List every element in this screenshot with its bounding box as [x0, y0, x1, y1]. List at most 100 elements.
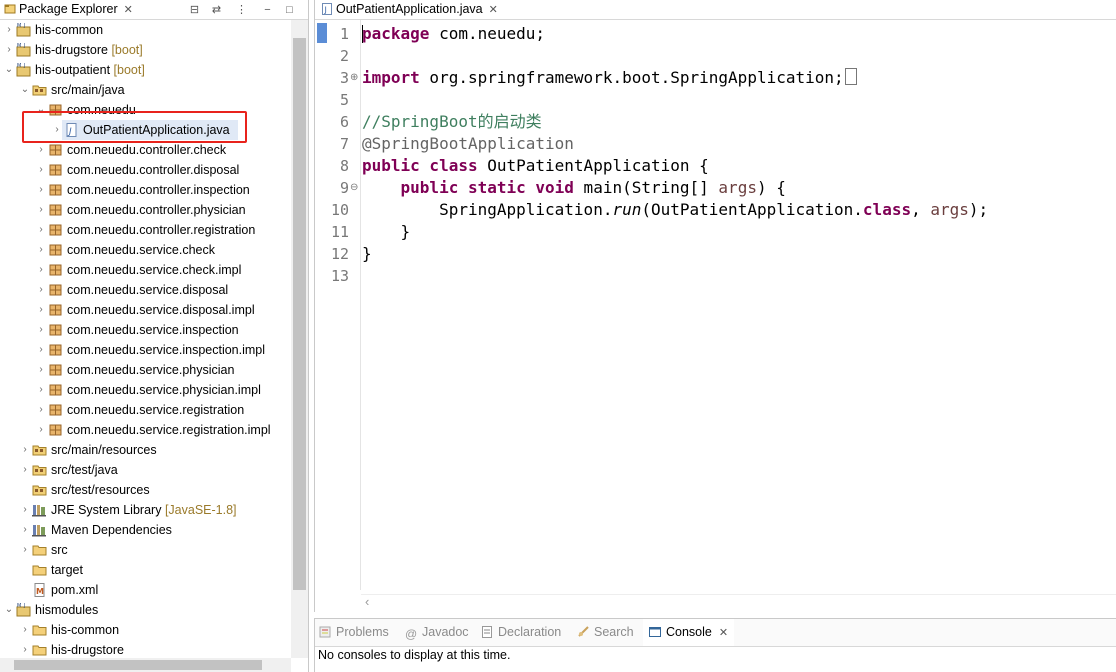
- package-icon: [48, 263, 63, 277]
- search-icon: [578, 626, 589, 637]
- chevron-right-icon[interactable]: ›: [36, 220, 46, 240]
- tree-item-label: com.neuedu.service.registration.impl: [67, 423, 271, 437]
- tree-item-label: com.neuedu.service.check: [67, 243, 215, 257]
- chevron-right-icon[interactable]: ›: [20, 520, 30, 540]
- close-icon[interactable]: ✕: [489, 1, 498, 20]
- code-line-7: @SpringBootApplication: [362, 134, 574, 153]
- chevron-right-icon[interactable]: ›: [36, 180, 46, 200]
- chevron-right-icon[interactable]: ›: [36, 160, 46, 180]
- package-icon: [48, 323, 63, 337]
- explorer-horizontal-scrollbar[interactable]: [0, 658, 291, 672]
- folded-imports-box[interactable]: [844, 68, 857, 85]
- chevron-right-icon[interactable]: ›: [20, 500, 30, 520]
- svg-text:J: J: [23, 23, 25, 29]
- chevron-right-icon[interactable]: ›: [20, 640, 30, 660]
- package-explorer-tab[interactable]: Package Explorer ✕: [4, 0, 133, 19]
- editor-tab-outpatientapplication[interactable]: J OutPatientApplication.java ✕: [321, 0, 498, 19]
- chevron-right-icon[interactable]: ›: [36, 240, 46, 260]
- expand-fold-icon[interactable]: ⊕: [350, 67, 360, 89]
- tree-item-label: com.neuedu.service.physician: [67, 363, 235, 377]
- package-icon: [48, 143, 63, 157]
- chevron-right-icon[interactable]: ›: [36, 420, 46, 440]
- svg-text:J: J: [23, 603, 25, 609]
- svg-text:M: M: [17, 603, 21, 609]
- svg-text:M: M: [17, 63, 21, 69]
- chevron-down-icon[interactable]: ⌄: [4, 600, 14, 620]
- editor-tabbar: J OutPatientApplication.java ✕: [315, 0, 1116, 20]
- tab-problems[interactable]: Problems: [319, 619, 389, 646]
- maven-project-icon: MJ: [16, 63, 31, 77]
- view-menu-icon[interactable]: ⋮: [234, 2, 249, 17]
- scroll-left-arrow-icon[interactable]: ‹: [365, 594, 369, 609]
- code-line-8: public class OutPatientApplication {: [362, 156, 709, 175]
- minimize-icon[interactable]: −: [260, 2, 275, 17]
- maximize-icon[interactable]: □: [282, 2, 297, 17]
- line-number-ruler: 1 2 3 ⊕ 5 6 7 8 9 ⊖ 10 11 12 13: [315, 20, 361, 590]
- close-icon[interactable]: ✕: [124, 1, 133, 20]
- link-with-editor-icon[interactable]: ⇄: [209, 2, 224, 17]
- text-cursor: [362, 25, 363, 43]
- chevron-down-icon[interactable]: ⌄: [4, 60, 14, 80]
- chevron-right-icon[interactable]: ›: [4, 40, 14, 60]
- tree-item-label: com.neuedu.controller.registration: [67, 223, 256, 237]
- scrollbar-thumb[interactable]: [293, 38, 306, 590]
- console-message: No consoles to display at this time.: [318, 648, 511, 662]
- tree-item-label: com.neuedu.service.inspection: [67, 323, 239, 337]
- line-number: 13: [330, 267, 349, 285]
- chevron-right-icon[interactable]: ›: [36, 400, 46, 420]
- tab-search[interactable]: Search: [577, 619, 634, 646]
- java-editor[interactable]: J OutPatientApplication.java ✕ 1 2 3 ⊕ 5 6 7 8 9 ⊖ 1…: [314, 0, 1116, 612]
- editor-horizontal-scrollbar[interactable]: ‹: [361, 594, 1116, 611]
- chevron-right-icon[interactable]: ›: [36, 340, 46, 360]
- chevron-right-icon[interactable]: ›: [36, 380, 46, 400]
- package-icon: [48, 363, 63, 377]
- chevron-right-icon[interactable]: ›: [36, 200, 46, 220]
- chevron-right-icon[interactable]: ›: [20, 620, 30, 640]
- chevron-right-icon[interactable]: ›: [36, 280, 46, 300]
- svg-text:M: M: [36, 587, 44, 596]
- chevron-down-icon[interactable]: ⌄: [20, 80, 30, 100]
- folder-icon: [32, 563, 47, 577]
- tree-item-label: src/main/java: [51, 83, 125, 97]
- code-line-9: public static void main(String[] args) {: [362, 178, 786, 197]
- chevron-right-icon[interactable]: ›: [36, 360, 46, 380]
- tab-console[interactable]: Console ✕: [643, 619, 735, 647]
- package-explorer-tabbar: Package Explorer ✕ ⊟ ⇄ ⋮ − □: [0, 0, 308, 20]
- editor-tab-label: OutPatientApplication.java: [336, 2, 483, 16]
- tree-item-label: com.neuedu.service.inspection.impl: [67, 343, 266, 357]
- chevron-right-icon[interactable]: ›: [36, 300, 46, 320]
- chevron-right-icon[interactable]: ›: [4, 20, 14, 40]
- chevron-right-icon[interactable]: ›: [36, 320, 46, 340]
- chevron-right-icon[interactable]: ›: [20, 440, 30, 460]
- explorer-vertical-scrollbar[interactable]: [291, 20, 308, 658]
- library-icon: [32, 523, 47, 537]
- close-icon[interactable]: ✕: [719, 620, 728, 647]
- package-explorer-icon: [4, 4, 16, 14]
- code-line-6: //SpringBoot的启动类: [362, 112, 542, 131]
- line-number: 7: [339, 135, 349, 153]
- maven-project-icon: MJ: [16, 43, 31, 57]
- chevron-right-icon[interactable]: ›: [36, 260, 46, 280]
- code-line-12: }: [362, 244, 372, 263]
- package-icon: [48, 403, 63, 417]
- collapse-fold-icon[interactable]: ⊖: [350, 177, 360, 199]
- tab-declaration[interactable]: Declaration: [481, 619, 561, 646]
- line-number: 6: [339, 113, 349, 131]
- javadoc-icon: @: [405, 627, 418, 641]
- scrollbar-thumb[interactable]: [14, 660, 262, 670]
- chevron-right-icon[interactable]: ›: [20, 540, 30, 560]
- tree-item-label: com.neuedu.controller.disposal: [67, 163, 240, 177]
- collapse-all-icon[interactable]: ⊟: [187, 2, 202, 17]
- line-number: 8: [339, 157, 349, 175]
- chevron-right-icon[interactable]: ›: [36, 140, 46, 160]
- line-number: 1: [339, 25, 349, 43]
- package-icon: [48, 343, 63, 357]
- source-folder-icon: [32, 483, 47, 497]
- tree-item-decoration: [JavaSE-1.8]: [164, 503, 237, 517]
- xml-file-icon: M: [32, 583, 47, 597]
- code-line-11: }: [362, 222, 411, 241]
- chevron-right-icon[interactable]: ›: [20, 460, 30, 480]
- tab-javadoc[interactable]: @ Javadoc: [405, 619, 469, 646]
- declaration-icon: [482, 626, 492, 638]
- line-number: 2: [339, 47, 349, 65]
